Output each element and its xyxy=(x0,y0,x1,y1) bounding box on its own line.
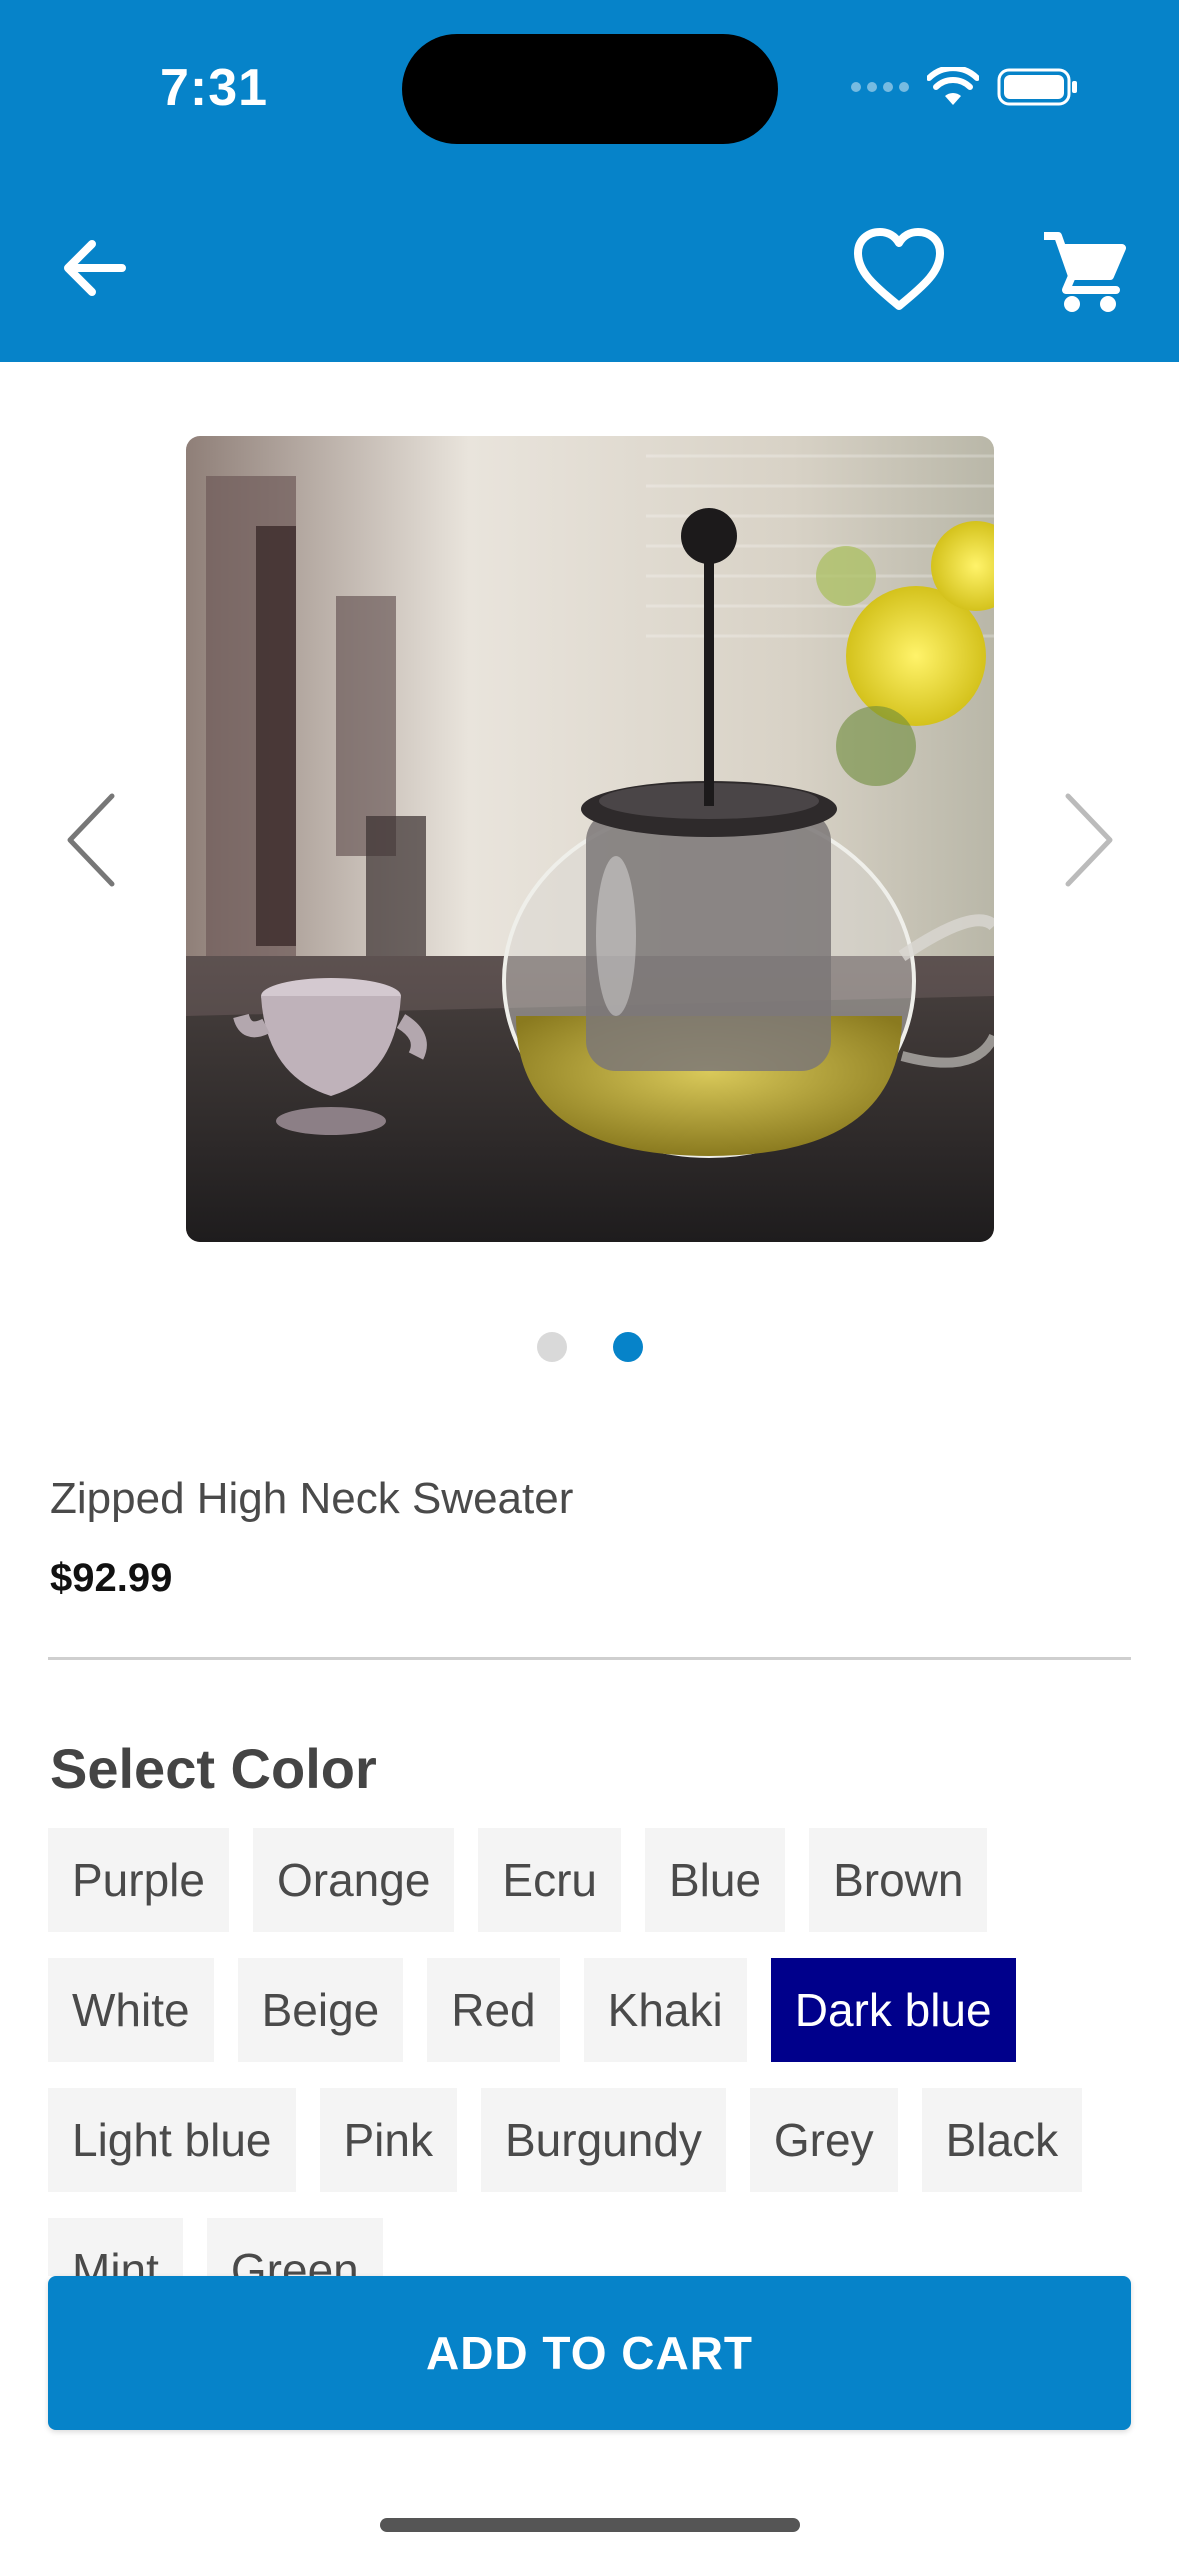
color-chip-green[interactable]: Green xyxy=(206,2218,383,2276)
color-chip-brown[interactable]: Brown xyxy=(809,1828,988,1932)
color-row: Light blue Pink Burgundy Grey Black xyxy=(48,2088,1148,2192)
favorite-heart-icon[interactable] xyxy=(852,226,946,314)
back-arrow-icon[interactable] xyxy=(56,230,132,306)
color-chip-white[interactable]: White xyxy=(48,1958,214,2062)
carousel-prev-chevron-icon[interactable] xyxy=(62,790,122,890)
color-chip-khaki[interactable]: Khaki xyxy=(583,1958,747,2062)
pagination-dot-1[interactable] xyxy=(536,1332,567,1362)
status-time: 7:31 xyxy=(160,59,269,117)
color-options: Purple Orange Ecru Blue Brown White Beig… xyxy=(48,1828,1148,2276)
teapot-photo xyxy=(186,436,994,1242)
divider xyxy=(48,1657,1131,1660)
color-chip-pink[interactable]: Pink xyxy=(319,2088,457,2192)
color-chip-purple[interactable]: Purple xyxy=(48,1828,229,1932)
color-chip-mint[interactable]: Mint xyxy=(48,2218,183,2276)
color-row: White Beige Red Khaki Dark blue xyxy=(48,1958,1148,2062)
color-row: Purple Orange Ecru Blue Brown xyxy=(48,1828,1148,1932)
add-to-cart-button[interactable]: ADD TO CART xyxy=(48,2276,1131,2430)
product-name: Zipped High Neck Sweater xyxy=(50,1474,574,1523)
battery-icon xyxy=(997,68,1077,106)
color-chip-orange[interactable]: Orange xyxy=(252,1828,455,1932)
cellular-signal-icon xyxy=(851,82,909,92)
carousel-next-chevron-icon[interactable] xyxy=(1058,790,1118,890)
home-indicator[interactable] xyxy=(380,2518,800,2532)
color-chip-blue[interactable]: Blue xyxy=(645,1828,786,1932)
cart-icon[interactable] xyxy=(1040,228,1126,314)
color-chip-ecru[interactable]: Ecru xyxy=(478,1828,621,1932)
product-image[interactable] xyxy=(186,436,994,1242)
select-color-title: Select Color xyxy=(50,1737,377,1800)
color-chip-grey[interactable]: Grey xyxy=(749,2088,898,2192)
wifi-icon xyxy=(927,67,979,105)
color-row: Mint Green xyxy=(48,2218,1148,2276)
color-chip-red[interactable]: Red xyxy=(427,1958,560,2062)
color-chip-burgundy[interactable]: Burgundy xyxy=(480,2088,726,2192)
pagination-dot-2[interactable] xyxy=(612,1332,643,1362)
product-price: $92.99 xyxy=(50,1556,173,1600)
status-icons xyxy=(851,62,1079,112)
app-header: 7:31 xyxy=(0,0,1179,362)
color-chip-beige[interactable]: Beige xyxy=(237,1958,404,2062)
dynamic-island xyxy=(402,34,778,144)
carousel-pagination xyxy=(0,1332,1179,1362)
color-chip-dark-blue-selected[interactable]: Dark blue xyxy=(770,1958,1016,2062)
color-chip-light-blue[interactable]: Light blue xyxy=(48,2088,296,2192)
color-chip-black[interactable]: Black xyxy=(921,2088,1083,2192)
